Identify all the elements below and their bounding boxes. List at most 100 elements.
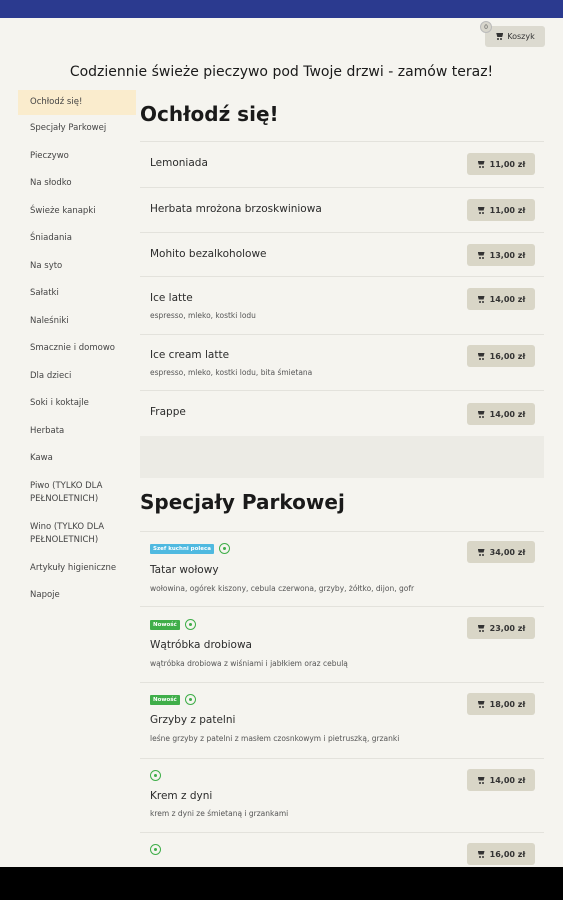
vegetarian-icon: [184, 694, 196, 705]
price-label: 16,00 zł: [489, 849, 526, 859]
menu-item-name: Tatar wołowy: [150, 564, 219, 576]
menu-item-name: Wątróbka drobiowa: [150, 639, 252, 651]
sidebar-item-wino[interactable]: Wino (TYLKO DLA PEŁNOLETNICH): [18, 514, 136, 555]
vegetarian-icon: [218, 543, 230, 554]
vegetarian-icon: [184, 619, 196, 630]
cart-button[interactable]: 0 Koszyk: [480, 21, 545, 47]
menu-item-row: Szef kuchni poleca Tatar wołowy wołowina…: [140, 531, 544, 606]
price-label: 14,00 zł: [489, 294, 526, 304]
sidebar-item-na-syto[interactable]: Na syto: [18, 253, 136, 281]
add-to-cart-price-button[interactable]: 14,00 zł: [467, 769, 535, 791]
sidebar-item-swieze-kanapki[interactable]: Świeże kanapki: [18, 198, 136, 226]
sidebar-item-label: Na syto: [30, 260, 63, 271]
cart-icon: [477, 252, 486, 259]
add-to-cart-price-button[interactable]: 16,00 zł: [467, 345, 535, 367]
price-label: 11,00 zł: [489, 205, 526, 215]
sidebar-item-piwo[interactable]: Piwo (TYLKO DLA PEŁNOLETNICH): [18, 473, 136, 514]
sidebar-item-pieczywo[interactable]: Pieczywo: [18, 143, 136, 171]
sidebar-item-label: Piwo (TYLKO DLA PEŁNOLETNICH): [30, 481, 103, 504]
menu-item-row: Lemoniada 11,00 zł: [140, 141, 544, 187]
cart-icon: [477, 549, 486, 556]
price-label: 11,00 zł: [489, 159, 526, 169]
sidebar-item-na-slodko[interactable]: Na słodko: [18, 170, 136, 198]
vegetarian-icon: [150, 770, 161, 781]
cart-icon: [477, 161, 486, 168]
cart-icon: [477, 625, 486, 632]
menu-item-name: Ice latte: [150, 292, 193, 304]
sidebar-item-nalesniki[interactable]: Naleśniki: [18, 308, 136, 336]
cart-icon: [477, 411, 486, 418]
add-to-cart-price-button[interactable]: 14,00 zł: [467, 403, 535, 425]
price-label: 14,00 zł: [489, 409, 526, 419]
menu-item-row: 16,00 zł: [140, 832, 544, 872]
price-label: 14,00 zł: [489, 775, 526, 785]
menu-item-description: wątróbka drobiowa z wiśniami i jabłkiem …: [150, 659, 348, 668]
menu-item-name: Grzyby z patelni: [150, 714, 236, 726]
add-to-cart-price-button[interactable]: 11,00 zł: [467, 199, 535, 221]
add-to-cart-price-button[interactable]: 13,00 zł: [467, 244, 535, 266]
sidebar-item-label: Śniadania: [30, 233, 72, 244]
sidebar-item-dla-dzieci[interactable]: Dla dzieci: [18, 363, 136, 391]
add-to-cart-price-button[interactable]: 16,00 zł: [467, 843, 535, 865]
menu-item-row: Ice latte espresso, mleko, kostki lodu 1…: [140, 276, 544, 334]
sidebar-item-soki-i-koktajle[interactable]: Soki i koktajle: [18, 390, 136, 418]
sidebar-item-artykuly-higieniczne[interactable]: Artykuły higieniczne: [18, 555, 136, 583]
price-label: 16,00 zł: [489, 351, 526, 361]
cart-icon: [477, 851, 486, 858]
new-badge: Nowość: [150, 619, 180, 630]
add-to-cart-price-button[interactable]: 14,00 zł: [467, 288, 535, 310]
add-to-cart-price-button[interactable]: 34,00 zł: [467, 541, 535, 563]
sidebar-item-label: Naleśniki: [30, 315, 69, 326]
category-sidebar: Ochłodź się! Specjały Parkowej Pieczywo …: [18, 90, 136, 610]
sidebar-item-specjaly-parkowej[interactable]: Specjały Parkowej: [18, 115, 136, 143]
menu-item-row: Mohito bezalkoholowe 13,00 zł: [140, 232, 544, 276]
menu-item-row: Ice cream latte espresso, mleko, kostki …: [140, 334, 544, 390]
sidebar-item-label: Świeże kanapki: [30, 205, 96, 216]
sidebar-item-label: Kawa: [30, 453, 53, 464]
sidebar-item-napoje[interactable]: Napoje: [18, 582, 136, 610]
add-to-cart-price-button[interactable]: 23,00 zł: [467, 617, 535, 639]
chef-recommends-badge: Szef kuchni poleca: [150, 543, 214, 554]
cart-icon: [477, 207, 486, 214]
price-label: 13,00 zł: [489, 250, 526, 260]
add-to-cart-price-button[interactable]: 11,00 zł: [467, 153, 535, 175]
menu-item-row: Krem z dyni krem z dyni ze śmietaną i gr…: [140, 758, 544, 832]
vegetarian-icon: [150, 844, 161, 855]
cart-icon: [477, 701, 486, 708]
menu-item-name: Frappe: [150, 406, 186, 418]
menu-item-description: wołowina, ogórek kiszony, cebula czerwon…: [150, 584, 415, 593]
sidebar-item-label: Sałatki: [30, 288, 59, 299]
sidebar-item-salatki[interactable]: Sałatki: [18, 280, 136, 308]
add-to-cart-price-button[interactable]: 18,00 zł: [467, 693, 535, 715]
sidebar-item-smacznie-i-domowo[interactable]: Smacznie i domowo: [18, 335, 136, 363]
cart-icon: [477, 777, 486, 784]
menu-item-description: krem z dyni ze śmietaną i grzankami: [150, 809, 289, 818]
sidebar-item-sniadania[interactable]: Śniadania: [18, 225, 136, 253]
cart-icon: [495, 33, 504, 40]
new-badge: Nowość: [150, 694, 180, 705]
menu-item-name: Mohito bezalkoholowe: [150, 248, 267, 260]
sidebar-item-herbata[interactable]: Herbata: [18, 418, 136, 446]
price-label: 18,00 zł: [489, 699, 526, 709]
section-title: Specjały Parkowej: [140, 490, 345, 514]
sidebar-item-kawa[interactable]: Kawa: [18, 445, 136, 473]
menu-item-description: espresso, mleko, kostki lodu, bita śmiet…: [150, 368, 313, 377]
sidebar-item-label: Artykuły higieniczne: [30, 562, 117, 573]
sidebar-item-label: Na słodko: [30, 178, 72, 189]
menu-item-name: Krem z dyni: [150, 790, 213, 802]
sidebar-item-ochlodz-sie[interactable]: Ochłodź się!: [18, 90, 136, 115]
cart-count-badge: 0: [480, 21, 492, 33]
menu-item-name: Herbata mrożona brzoskwiniowa: [150, 203, 322, 215]
sidebar-item-label: Napoje: [30, 590, 60, 601]
menu-item-description: espresso, mleko, kostki lodu: [150, 311, 256, 320]
cart-icon: [477, 296, 486, 303]
menu-item-name: Ice cream latte: [150, 349, 230, 361]
menu-item-row: Frappe 14,00 zł: [140, 390, 544, 436]
price-label: 34,00 zł: [489, 547, 526, 557]
bottom-navigation-bar: [0, 867, 563, 900]
sidebar-item-label: Wino (TYLKO DLA PEŁNOLETNICH): [30, 522, 105, 545]
menu-item-row: Herbata mrożona brzoskwiniowa 11,00 zł: [140, 187, 544, 232]
top-status-bar: [0, 0, 563, 18]
sidebar-item-label: Herbata: [30, 425, 65, 436]
sidebar-item-label: Soki i koktajle: [30, 398, 89, 409]
